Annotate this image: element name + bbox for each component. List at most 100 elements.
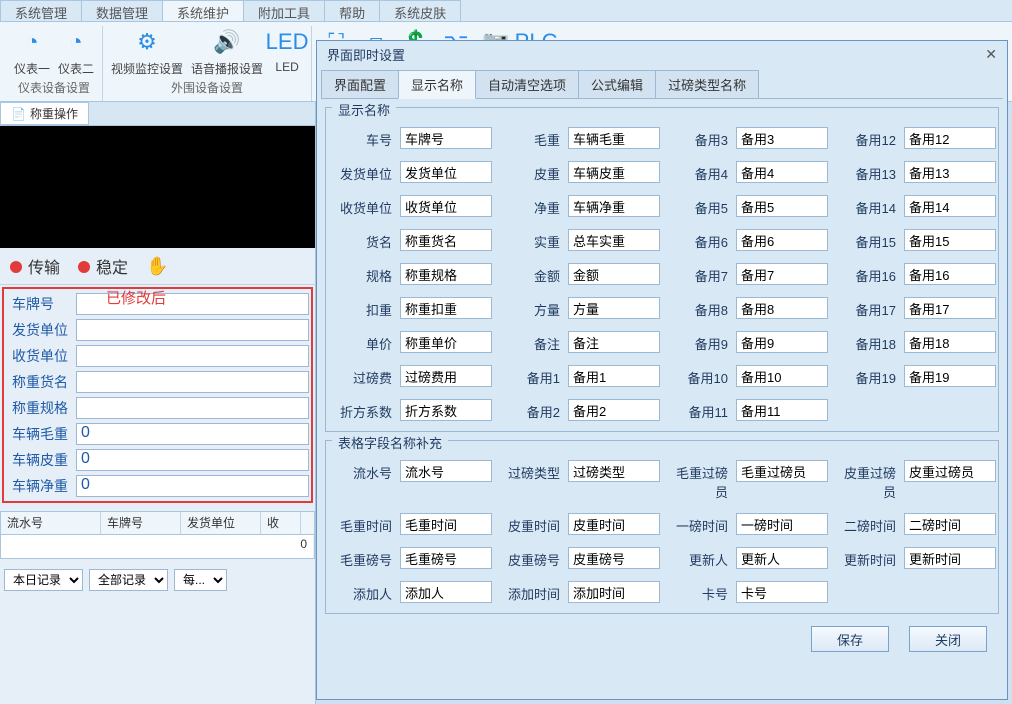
form-input-备用18[interactable] bbox=[904, 331, 996, 353]
form-input-备用10[interactable] bbox=[736, 365, 828, 387]
form-label: 备用13 bbox=[836, 161, 896, 183]
form-input-更新人[interactable] bbox=[736, 547, 828, 569]
form-input-更新时间[interactable] bbox=[904, 547, 996, 569]
form-label: 卡号 bbox=[668, 581, 728, 603]
filter-row: 本日记录全部记录每... bbox=[4, 569, 311, 591]
dialog-tab-1[interactable]: 显示名称 bbox=[398, 70, 476, 99]
form-input-折方系数[interactable] bbox=[400, 399, 492, 421]
form-input-实重[interactable] bbox=[568, 229, 660, 251]
form-input-卡号[interactable] bbox=[736, 581, 828, 603]
menu-1[interactable]: 数据管理 bbox=[81, 0, 163, 21]
dialog-title-bar: 界面即时设置 ✕ bbox=[317, 41, 1007, 66]
field-label: 车辆皮重 bbox=[6, 450, 76, 470]
dialog-tab-4[interactable]: 过磅类型名称 bbox=[655, 70, 759, 98]
form-input-流水号[interactable] bbox=[400, 460, 492, 482]
form-input-皮重过磅员[interactable] bbox=[904, 460, 996, 482]
filter-select-1[interactable]: 全部记录 bbox=[89, 569, 168, 591]
form-input-添加人[interactable] bbox=[400, 581, 492, 603]
modified-note: 已修改后 bbox=[106, 287, 166, 308]
ribbon-仪表二[interactable]: ◔仪表二 bbox=[58, 26, 94, 77]
form-input-单价[interactable] bbox=[400, 331, 492, 353]
form-input-备用13[interactable] bbox=[904, 161, 996, 183]
form-input-备用7[interactable] bbox=[736, 263, 828, 285]
form-input-备注[interactable] bbox=[568, 331, 660, 353]
form-input-皮重磅号[interactable] bbox=[568, 547, 660, 569]
form-label: 备用12 bbox=[836, 127, 896, 149]
form-input-备用3[interactable] bbox=[736, 127, 828, 149]
form-input-备用6[interactable] bbox=[736, 229, 828, 251]
form-input-备用8[interactable] bbox=[736, 297, 828, 319]
form-input-备用4[interactable] bbox=[736, 161, 828, 183]
form-input-毛重[interactable] bbox=[568, 127, 660, 149]
form-input-备用17[interactable] bbox=[904, 297, 996, 319]
field-value[interactable] bbox=[76, 319, 309, 341]
tab-weighing[interactable]: 📄 称重操作 bbox=[0, 102, 89, 125]
form-input-毛重过磅员[interactable] bbox=[736, 460, 828, 482]
form-input-皮重[interactable] bbox=[568, 161, 660, 183]
form-input-车号[interactable] bbox=[400, 127, 492, 149]
save-button[interactable]: 保存 bbox=[811, 626, 889, 652]
form-input-发货单位[interactable] bbox=[400, 161, 492, 183]
form-input-过磅费[interactable] bbox=[400, 365, 492, 387]
table-header[interactable]: 收 bbox=[261, 512, 301, 534]
menu-3[interactable]: 附加工具 bbox=[243, 0, 325, 21]
field-value[interactable] bbox=[76, 371, 309, 393]
form-input-二磅时间[interactable] bbox=[904, 513, 996, 535]
form-input-备用19[interactable] bbox=[904, 365, 996, 387]
form-input-净重[interactable] bbox=[568, 195, 660, 217]
field-row-4: 称重规格 bbox=[6, 395, 309, 421]
form-input-备用16[interactable] bbox=[904, 263, 996, 285]
form-input-皮重时间[interactable] bbox=[568, 513, 660, 535]
field-value[interactable]: 0 bbox=[76, 475, 309, 497]
form-input-备用9[interactable] bbox=[736, 331, 828, 353]
form-input-添加时间[interactable] bbox=[568, 581, 660, 603]
form-input-毛重磅号[interactable] bbox=[400, 547, 492, 569]
table-header[interactable]: 发货单位 bbox=[181, 512, 261, 534]
ribbon-LED[interactable]: LEDLED bbox=[271, 26, 303, 77]
form-input-毛重时间[interactable] bbox=[400, 513, 492, 535]
close-button[interactable]: 关闭 bbox=[909, 626, 987, 652]
filter-select-0[interactable]: 本日记录 bbox=[4, 569, 83, 591]
form-input-备用12[interactable] bbox=[904, 127, 996, 149]
form-input-金额[interactable] bbox=[568, 263, 660, 285]
form-input-方量[interactable] bbox=[568, 297, 660, 319]
form-input-规格[interactable] bbox=[400, 263, 492, 285]
menu-4[interactable]: 帮助 bbox=[324, 0, 380, 21]
field-value[interactable] bbox=[76, 345, 309, 367]
form-input-过磅类型[interactable] bbox=[568, 460, 660, 482]
form-input-备用15[interactable] bbox=[904, 229, 996, 251]
hand-icon[interactable]: ✋ bbox=[146, 256, 168, 277]
field-value[interactable]: 0 bbox=[76, 423, 309, 445]
ribbon-视频监控设置[interactable]: ⚙视频监控设置 bbox=[111, 26, 183, 77]
ribbon-语音播报设置[interactable]: 🔊语音播报设置 bbox=[191, 26, 263, 77]
field-value[interactable]: 0 bbox=[76, 449, 309, 471]
form-label: 流水号 bbox=[332, 460, 392, 501]
ribbon-仪表一[interactable]: ◔仪表一 bbox=[14, 26, 50, 77]
form-label: 车号 bbox=[332, 127, 392, 149]
form-input-备用2[interactable] bbox=[568, 399, 660, 421]
form-input-一磅时间[interactable] bbox=[736, 513, 828, 535]
field-value[interactable] bbox=[76, 397, 309, 419]
menu-2[interactable]: 系统维护 bbox=[162, 0, 244, 21]
dialog-tab-0[interactable]: 界面配置 bbox=[321, 70, 399, 98]
lower-table-value: 0 bbox=[1, 535, 314, 558]
form-input-备用1[interactable] bbox=[568, 365, 660, 387]
table-header[interactable]: 流水号 bbox=[1, 512, 101, 534]
form-input-收货单位[interactable] bbox=[400, 195, 492, 217]
form-input-货名[interactable] bbox=[400, 229, 492, 251]
close-icon[interactable]: ✕ bbox=[985, 46, 997, 63]
form-label: 皮重过磅员 bbox=[836, 460, 896, 501]
filter-select-2[interactable]: 每... bbox=[174, 569, 227, 591]
menu-0[interactable]: 系统管理 bbox=[0, 0, 82, 21]
dialog-tab-3[interactable]: 公式编辑 bbox=[578, 70, 656, 98]
form-input-备用5[interactable] bbox=[736, 195, 828, 217]
menu-5[interactable]: 系统皮肤 bbox=[379, 0, 461, 21]
form-label: 毛重时间 bbox=[332, 513, 392, 535]
form-input-备用11[interactable] bbox=[736, 399, 828, 421]
form-label: 一磅时间 bbox=[668, 513, 728, 535]
dialog-tab-2[interactable]: 自动清空选项 bbox=[475, 70, 579, 98]
tab-weighing-label: 称重操作 bbox=[30, 105, 78, 122]
form-input-备用14[interactable] bbox=[904, 195, 996, 217]
table-header[interactable]: 车牌号 bbox=[101, 512, 181, 534]
form-input-扣重[interactable] bbox=[400, 297, 492, 319]
